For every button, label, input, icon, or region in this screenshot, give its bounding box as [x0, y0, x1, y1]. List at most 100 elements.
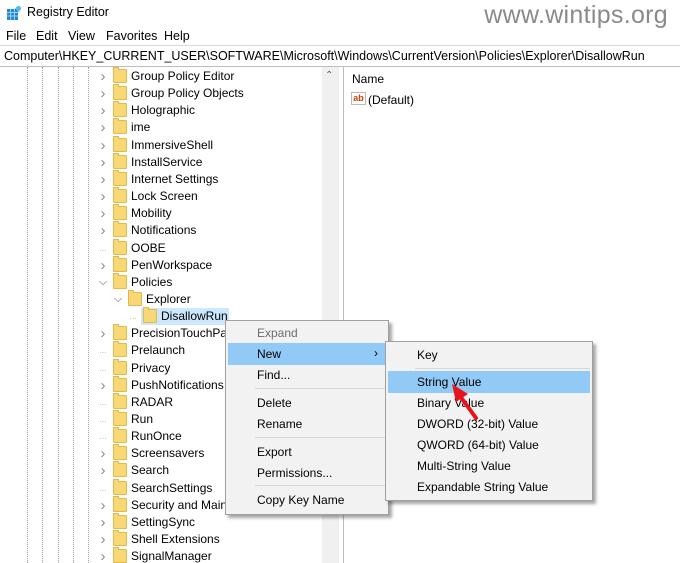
folder-icon	[113, 375, 127, 392]
tree-item[interactable]: › SignalManager	[0, 547, 322, 563]
tree-item[interactable]: › PenWorkspace	[0, 255, 322, 274]
chevron-right-icon[interactable]: ›	[98, 222, 108, 239]
folder-icon	[113, 358, 127, 375]
submenu-expandable-string-value[interactable]: Expandable String Value	[388, 476, 590, 498]
folder-icon	[113, 512, 127, 529]
tree-item[interactable]: › Group Policy Editor	[0, 67, 322, 85]
ctx-rename[interactable]: Rename	[228, 413, 386, 435]
tree-connector: …	[99, 415, 107, 424]
tree-item[interactable]: › Mobility	[0, 204, 322, 222]
folder-icon	[113, 495, 127, 512]
chevron-right-icon[interactable]: ›	[98, 188, 108, 205]
submenu-qword-value[interactable]: QWORD (64-bit) Value	[388, 434, 590, 456]
value-name: (Default)	[368, 93, 415, 107]
chevron-down-icon[interactable]: ⌵	[98, 274, 108, 291]
tree-item-label: Mobility	[131, 206, 172, 221]
tree-item[interactable]: › Group Policy Objects	[0, 84, 322, 102]
tree-item[interactable]: › ImmersiveShell	[0, 135, 322, 154]
menu-separator	[255, 388, 386, 389]
address-bar[interactable]: Computer\HKEY_CURRENT_USER\SOFTWARE\Micr…	[0, 45, 680, 67]
tree-item[interactable]: › InstallService	[0, 152, 322, 171]
tree-item-label: Prelaunch	[131, 343, 186, 358]
menu-file[interactable]: File	[6, 29, 26, 43]
folder-icon	[113, 478, 127, 495]
menu-separator	[255, 437, 386, 438]
submenu-key[interactable]: Key	[388, 344, 590, 366]
ctx-new[interactable]: New ›	[228, 343, 386, 365]
folder-icon	[113, 67, 127, 83]
chevron-right-icon[interactable]: ›	[98, 325, 108, 342]
tree-item[interactable]: › ime	[0, 118, 322, 136]
folder-icon	[113, 324, 127, 341]
tree-item[interactable]: › Internet Settings	[0, 169, 322, 188]
tree-item-label: Explorer	[146, 291, 191, 306]
chevron-right-icon[interactable]: ›	[98, 171, 108, 188]
tree-connector: …	[99, 432, 107, 442]
chevron-right-icon[interactable]: ›	[98, 462, 108, 479]
ctx-expand: Expand	[257, 326, 298, 340]
folder-icon	[143, 307, 157, 324]
chevron-right-icon[interactable]: ›	[98, 377, 108, 394]
tree-item-label: SettingSync	[131, 514, 196, 529]
menu-view[interactable]: View	[68, 29, 95, 43]
tree-item-label: ImmersiveShell	[131, 137, 214, 152]
menu-help[interactable]: Help	[164, 29, 190, 43]
ctx-find[interactable]: Find...	[228, 364, 386, 386]
tree-item[interactable]: › Holographic	[0, 101, 322, 119]
folder-icon	[113, 187, 127, 204]
chevron-down-icon[interactable]: ⌵	[113, 291, 123, 308]
chevron-right-icon[interactable]: ›	[98, 257, 108, 274]
scroll-up-arrow-icon[interactable]: ⌃	[325, 70, 333, 81]
tree-item[interactable]: › Notifications	[0, 221, 322, 239]
tree-item-label: Privacy	[131, 360, 171, 375]
chevron-right-icon[interactable]: ›	[98, 548, 108, 563]
folder-icon	[113, 530, 127, 547]
chevron-right-icon[interactable]: ›	[98, 531, 108, 548]
chevron-right-icon[interactable]: ›	[98, 154, 108, 171]
folder-icon	[113, 118, 127, 135]
tree-item-label: Group Policy Objects	[131, 86, 244, 101]
tree-connector: …	[99, 346, 107, 356]
ctx-export[interactable]: Export	[228, 441, 386, 463]
tree-item[interactable]: › Shell Extensions	[0, 530, 322, 548]
menu-separator	[255, 485, 386, 486]
string-value-icon: ab	[351, 92, 366, 105]
menu-separator	[415, 368, 590, 369]
menu-edit[interactable]: Edit	[36, 29, 58, 43]
tree-item[interactable]: ⌵ Explorer	[0, 289, 322, 308]
ctx-permissions[interactable]: Permissions...	[228, 462, 386, 484]
column-header-name[interactable]: Name	[352, 72, 384, 86]
folder-icon	[113, 427, 127, 444]
context-menu: Expand New › Find... Delete Rename Export…	[225, 320, 389, 515]
ctx-delete[interactable]: Delete	[228, 392, 386, 414]
chevron-right-icon[interactable]: ›	[98, 68, 108, 85]
chevron-right-icon[interactable]: ›	[98, 137, 108, 154]
menu-bar: File Edit View Favorites Help	[0, 26, 682, 46]
registry-editor-app-icon	[7, 6, 21, 20]
folder-icon	[113, 392, 127, 409]
submenu-multi-string-value[interactable]: Multi-String Value	[388, 455, 590, 477]
chevron-right-icon[interactable]: ›	[98, 85, 108, 102]
tree-item[interactable]: … OOBE	[0, 238, 322, 257]
tree-item-label: Search	[131, 463, 170, 478]
chevron-right-icon[interactable]: ›	[98, 102, 108, 119]
address-path[interactable]: Computer\HKEY_CURRENT_USER\SOFTWARE\Micr…	[4, 49, 645, 63]
chevron-right-icon[interactable]: ›	[98, 445, 108, 462]
chevron-right-icon[interactable]: ›	[98, 205, 108, 222]
chevron-right-icon[interactable]: ›	[98, 497, 108, 514]
tree-item[interactable]: › Lock Screen	[0, 187, 322, 205]
ctx-copy-key-name[interactable]: Copy Key Name	[228, 489, 386, 511]
tree-item[interactable]: › SettingSync	[0, 512, 322, 531]
folder-icon	[113, 84, 127, 101]
folder-icon	[128, 289, 142, 306]
folder-icon	[113, 238, 127, 255]
menu-favorites[interactable]: Favorites	[106, 29, 157, 43]
chevron-right-icon[interactable]: ›	[98, 119, 108, 136]
tree-item-label: Holographic	[131, 103, 196, 118]
tree-item[interactable]: ⌵ Policies	[0, 272, 322, 291]
tree-item-label: PushNotifications	[131, 377, 224, 392]
tree-item-label: DisallowRun	[161, 309, 228, 324]
chevron-right-icon[interactable]: ›	[98, 514, 108, 531]
folder-icon	[113, 135, 127, 152]
tree-item-label: PrecisionTouchPad	[131, 326, 234, 341]
